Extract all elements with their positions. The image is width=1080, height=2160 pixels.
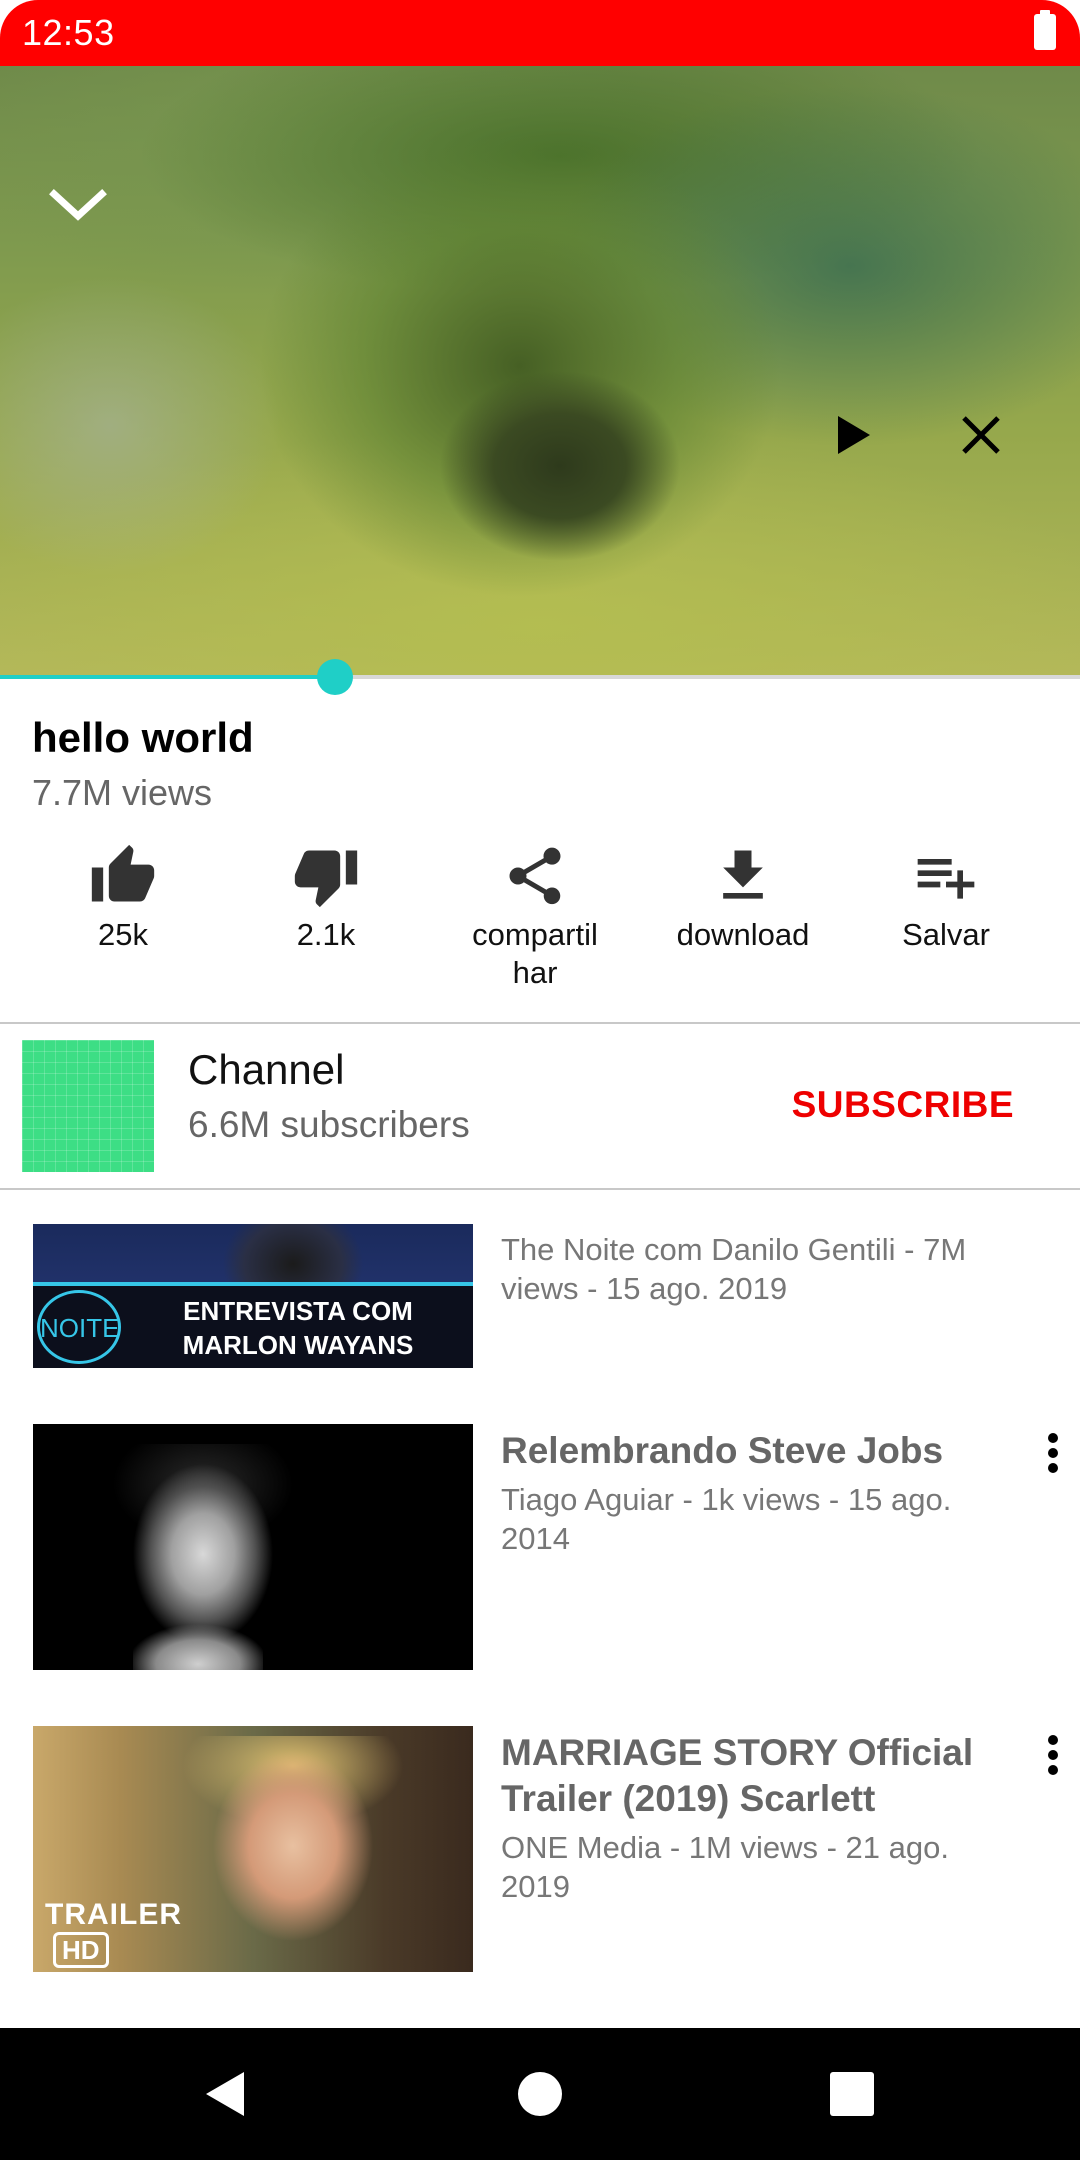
subscribe-button[interactable]: SUBSCRIBE <box>792 1084 1014 1126</box>
list-item[interactable]: TRAILER HD MARRIAGE STORY Official Trail… <box>0 1726 1080 1976</box>
video-thumbnail[interactable]: TRAILER HD <box>33 1726 473 1972</box>
download-label: download <box>676 917 810 952</box>
like-button[interactable]: 25k <box>33 842 213 954</box>
save-label: Salvar <box>902 917 990 952</box>
video-title: Relembrando Steve Jobs <box>501 1430 944 1471</box>
trailer-badge: TRAILER <box>45 1898 182 1931</box>
back-icon[interactable] <box>198 2066 254 2122</box>
play-icon[interactable] <box>832 414 874 456</box>
video-info: MARRIAGE STORY Official Trailer (2019) S… <box>501 1730 1001 1906</box>
progress-thumb[interactable] <box>316 659 353 695</box>
chevron-down-icon[interactable] <box>48 186 108 226</box>
dislike-count: 2.1k <box>296 917 356 952</box>
download-button[interactable]: download <box>653 842 833 954</box>
hd-badge: HD <box>53 1932 109 1968</box>
battery-icon <box>1034 10 1056 50</box>
home-icon[interactable] <box>512 2066 568 2122</box>
channel-avatar[interactable] <box>22 1040 154 1172</box>
video-meta: Tiago Aguiar - 1k views - 15 ago. 2014 <box>501 1482 952 1556</box>
video-views: 7.7M views <box>32 772 213 813</box>
video-player[interactable] <box>0 66 1080 676</box>
divider <box>0 1188 1080 1190</box>
thumb-up-icon <box>91 844 155 902</box>
video-title: hello world <box>32 714 254 761</box>
recents-icon[interactable] <box>824 2066 880 2122</box>
status-bar: 12:53 <box>0 0 1080 66</box>
video-meta: The Noite com Danilo Gentili - 7M views … <box>501 1232 967 1306</box>
list-item[interactable]: Relembrando Steve Jobs Tiago Aguiar - 1k… <box>0 1424 1080 1674</box>
divider <box>0 1022 1080 1024</box>
share-label: compartil har <box>472 917 598 990</box>
more-vertical-icon[interactable] <box>1046 1432 1060 1474</box>
navigation-bar <box>0 2028 1080 2160</box>
save-button[interactable]: Salvar <box>856 842 1036 954</box>
more-vertical-icon[interactable] <box>1046 1734 1060 1776</box>
action-row: 25k 2.1k compartil har download Salvar <box>0 842 1080 1002</box>
share-button[interactable]: compartil har <box>445 842 625 992</box>
playlist-add-icon <box>917 859 975 899</box>
list-item[interactable]: NOITE ENTREVISTA COM MARLON WAYANS The N… <box>0 1224 1080 1374</box>
channel-subscribers: 6.6M subscribers <box>188 1104 470 1145</box>
video-title: MARRIAGE STORY Official Trailer (2019) S… <box>501 1732 974 1819</box>
dislike-button[interactable]: 2.1k <box>236 842 416 954</box>
video-meta: ONE Media - 1M views - 21 ago. 2019 <box>501 1830 949 1904</box>
progress-fill <box>0 675 335 679</box>
noite-logo: NOITE <box>37 1290 121 1364</box>
video-info: The Noite com Danilo Gentili - 7M views … <box>501 1230 1001 1308</box>
thumb-down-icon <box>294 850 358 908</box>
thumbnail-text: ENTREVISTA COM MARLON WAYANS <box>182 1296 414 1360</box>
share-icon <box>509 847 561 905</box>
status-time: 12:53 <box>22 12 115 53</box>
progress-bar[interactable] <box>0 659 1080 695</box>
channel-name[interactable]: Channel <box>188 1046 344 1094</box>
video-thumbnail[interactable]: NOITE ENTREVISTA COM MARLON WAYANS <box>33 1224 473 1368</box>
video-info: Relembrando Steve Jobs Tiago Aguiar - 1k… <box>501 1428 1001 1558</box>
close-icon[interactable] <box>958 412 1004 458</box>
download-icon <box>723 850 763 899</box>
like-count: 25k <box>98 917 148 952</box>
video-thumbnail[interactable] <box>33 1424 473 1670</box>
